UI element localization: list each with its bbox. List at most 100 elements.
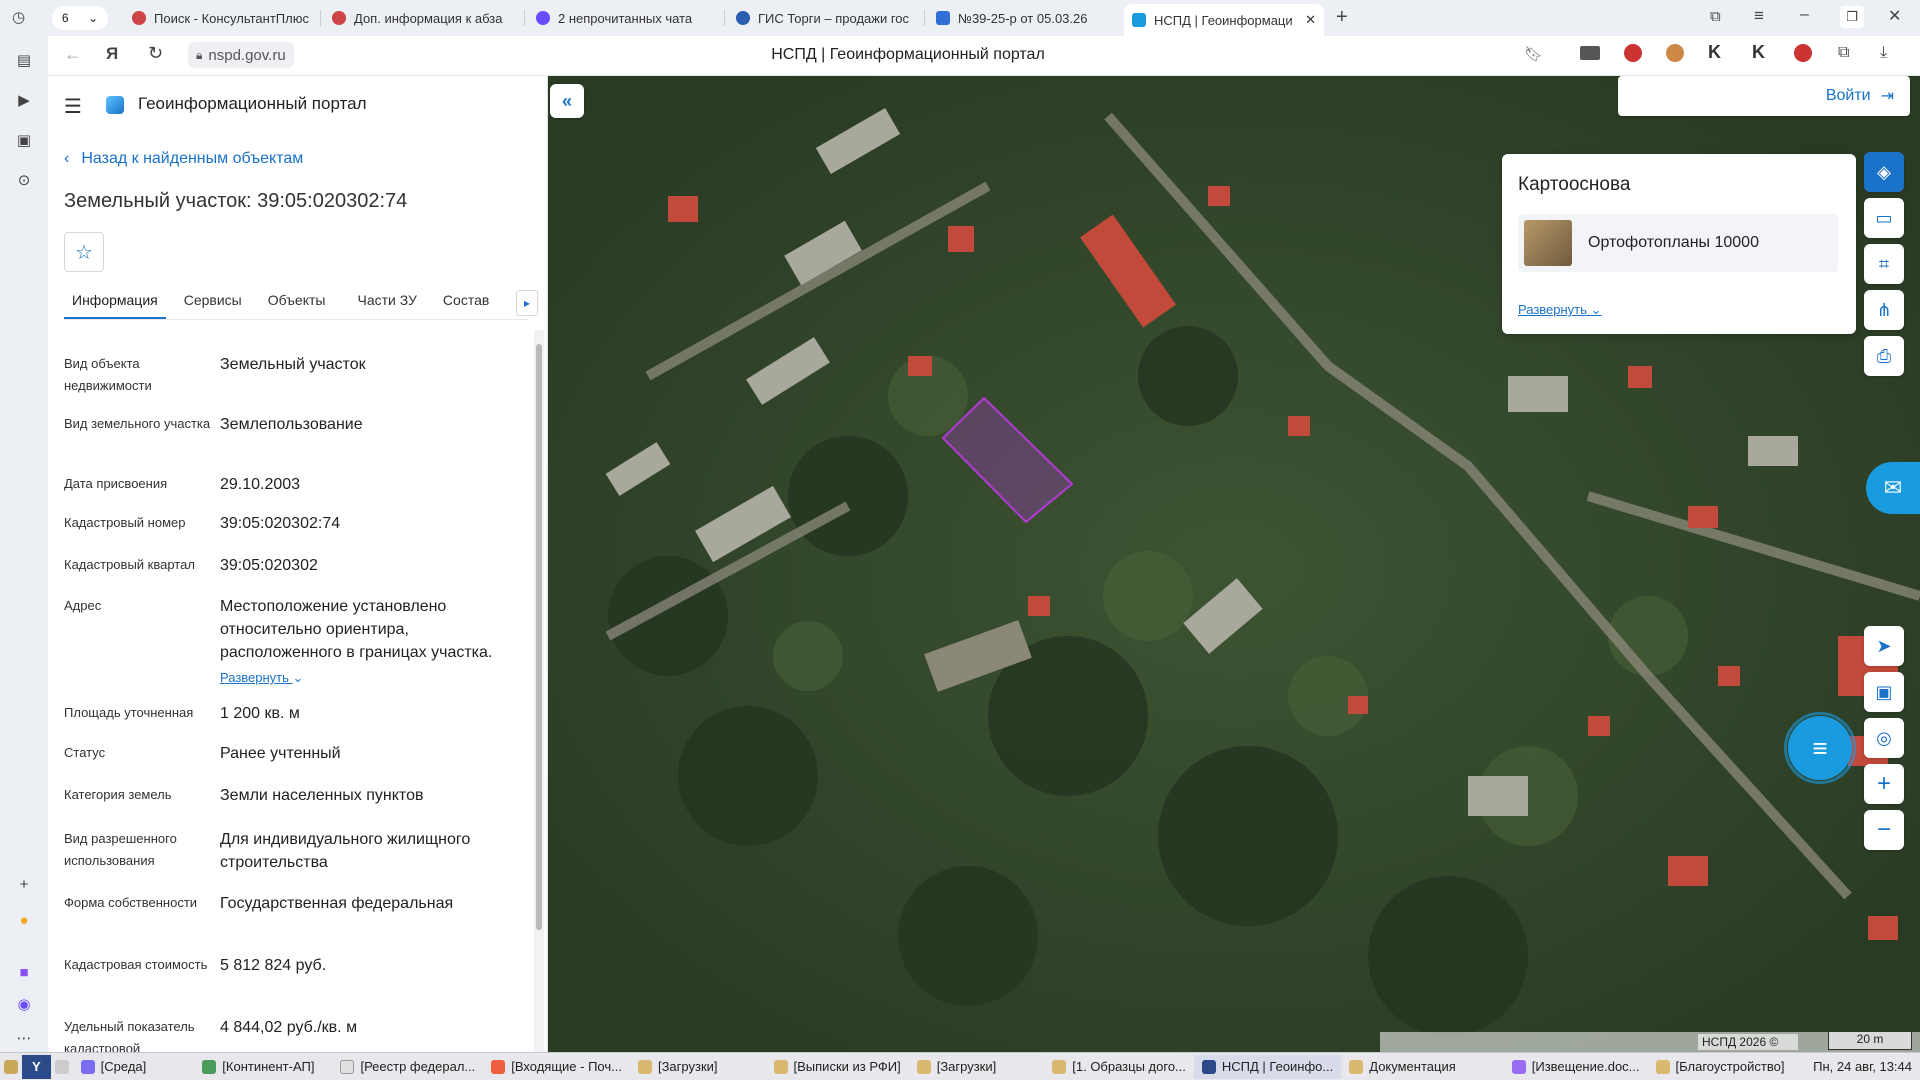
tab-chats[interactable]: 2 непрочитанных чата: [528, 4, 720, 32]
start-button[interactable]: Y: [22, 1054, 51, 1079]
basemap-layer-item[interactable]: Ортофотопланы 10000: [1518, 214, 1838, 272]
tab-objects[interactable]: Объекты: [260, 284, 334, 319]
taskbar-clock[interactable]: Пн, 24 авг, 13:44: [1805, 1055, 1920, 1079]
minimize-icon[interactable]: –: [1800, 6, 1809, 24]
zoom-out-button[interactable]: −: [1864, 810, 1904, 850]
taskbar-item[interactable]: [1. Образцы дого...: [1044, 1055, 1194, 1079]
download-icon[interactable]: ⤓: [1880, 44, 1887, 62]
support-chat-tab[interactable]: ✉: [1866, 462, 1920, 514]
extension-icon[interactable]: [1624, 44, 1642, 62]
print-icon: ⎙: [1876, 345, 1892, 366]
extension-icon[interactable]: [1666, 44, 1684, 62]
field-row: Кадастровый квартал 39:05:020302: [64, 554, 524, 577]
minimap-button[interactable]: ▣: [1864, 672, 1904, 712]
show-desktop-icon[interactable]: [0, 1055, 22, 1079]
taskbar-item[interactable]: Документация: [1341, 1055, 1464, 1079]
add-panel-icon[interactable]: +: [12, 872, 36, 896]
bookmarks-bar-icon[interactable]: ⧉: [1710, 8, 1721, 25]
favorite-star-button[interactable]: ☆: [64, 232, 104, 272]
restore-icon[interactable]: ❐: [1840, 6, 1864, 28]
zoom-in-button[interactable]: +: [1864, 764, 1904, 804]
geolocation-button[interactable]: ➤: [1864, 626, 1904, 666]
tab-count-icon[interactable]: ▣: [12, 128, 36, 152]
login-button[interactable]: Войти ⇥: [1618, 76, 1910, 116]
select-area-button[interactable]: ⌗: [1864, 244, 1904, 284]
extension-icon[interactable]: [1794, 44, 1812, 62]
measure-button[interactable]: ▭: [1864, 198, 1904, 238]
tab-services[interactable]: Сервисы: [176, 284, 250, 319]
extensions-icon[interactable]: ⧉: [1838, 44, 1849, 62]
taskbar-item[interactable]: [Среда]: [73, 1055, 155, 1079]
print-button[interactable]: ⎙: [1864, 336, 1904, 376]
share-button[interactable]: ⋔: [1864, 290, 1904, 330]
star-icon: ☆: [75, 241, 93, 264]
close-window-icon[interactable]: ✕: [1888, 6, 1901, 26]
taskbar-item[interactable]: [Благоустройство]: [1648, 1055, 1793, 1079]
basemap-expand-link[interactable]: Развернуть ⌄: [1518, 302, 1601, 318]
map-canvas[interactable]: « Войти ⇥ Картооснова Ортофотопланы 1000…: [548, 76, 1920, 1060]
taskbar-quicklaunch[interactable]: [51, 1055, 73, 1079]
scrollbar[interactable]: [534, 330, 544, 1052]
messenger-icon[interactable]: ■: [12, 960, 36, 984]
url-field[interactable]: 🔒︎ nspd.gov.ru: [188, 42, 294, 68]
screenshot-icon[interactable]: ⊙: [12, 168, 36, 192]
play-icon[interactable]: ▶: [12, 88, 36, 112]
search-location-button[interactable]: ◎: [1864, 718, 1904, 758]
field-row: Площадь уточненная 1 200 кв. м: [64, 702, 524, 725]
tab-consultant[interactable]: Поиск - КонсультантПлюс: [124, 4, 316, 32]
portal-logo-icon: [106, 96, 124, 114]
alice-icon[interactable]: ◉: [12, 992, 36, 1016]
taskbar-item[interactable]: [Входящие - Поч...: [483, 1055, 630, 1079]
url-text: nspd.gov.ru: [208, 46, 286, 64]
taskbar-item[interactable]: [Континент-АП]: [194, 1055, 322, 1079]
field-key: Кадастровый квартал: [64, 557, 195, 572]
scrollbar-thumb[interactable]: [536, 344, 542, 930]
new-tab-icon[interactable]: +: [1336, 6, 1348, 29]
object-title: Земельный участок: 39:05:020302:74: [64, 190, 408, 212]
extension-k-icon[interactable]: K: [1708, 42, 1721, 63]
taskbar-item-active[interactable]: НСПД | Геоинфо...: [1193, 1054, 1342, 1079]
tab-composition[interactable]: Состав: [435, 284, 497, 319]
tab-document[interactable]: №39-25-р от 05.03.26: [928, 4, 1116, 32]
chat-button[interactable]: ≡: [1788, 716, 1852, 780]
tab-gis-torgi[interactable]: ГИС Торги – продажи гос: [728, 4, 920, 32]
tab-group-counter[interactable]: 6 ⌄: [52, 6, 108, 30]
back-icon[interactable]: ←: [64, 44, 82, 65]
taskbar-item[interactable]: [Извещение.doc...: [1504, 1055, 1648, 1079]
collections-icon[interactable]: ▤: [12, 48, 36, 72]
yandex-icon[interactable]: Я: [106, 44, 118, 64]
tab-label: НСПД | Геоинформаци: [1154, 12, 1293, 28]
menu-icon[interactable]: ≡: [1754, 6, 1764, 26]
extension-k-icon[interactable]: K: [1752, 42, 1765, 63]
field-value: Государственная федеральная: [220, 895, 454, 912]
taskbar-item[interactable]: [Загрузки]: [909, 1055, 1005, 1079]
taskbar-item[interactable]: [Реестр федерал...: [332, 1055, 483, 1079]
hamburger-menu-icon[interactable]: ☰: [64, 94, 82, 119]
field-row: Вид земельного участка Землепользование: [64, 413, 524, 436]
layers-button[interactable]: ◈: [1864, 152, 1904, 192]
more-icon[interactable]: ⋯: [12, 1026, 36, 1050]
page-title: НСПД | Геоинформационный портал: [771, 46, 1045, 63]
field-row: Категория земель Земли населенных пункто…: [64, 784, 524, 807]
history-icon[interactable]: ◷: [12, 8, 34, 28]
address-expand-link[interactable]: Развернуть ⌄: [220, 666, 524, 689]
favicon: [536, 11, 550, 25]
tab-label: ГИС Торги – продажи гос: [758, 10, 910, 26]
tabs-scroll-right-button[interactable]: ▸: [516, 290, 538, 316]
taskbar-item[interactable]: [Загрузки]: [630, 1055, 726, 1079]
bookmark-icon[interactable]: 🔖︎: [1524, 45, 1543, 63]
reload-icon[interactable]: ↻: [148, 43, 163, 64]
tab-parts[interactable]: Части ЗУ: [349, 284, 424, 319]
close-tab-icon[interactable]: ✕: [1305, 12, 1316, 28]
copyright: НСПД 2026 ©: [1698, 1034, 1798, 1050]
tab-nspd[interactable]: НСПД | Геоинформаци ✕: [1124, 4, 1324, 36]
back-to-results-link[interactable]: ‹ Назад к найденным объектам: [64, 150, 303, 168]
double-chevron-left-icon: «: [561, 90, 572, 111]
collapse-panel-button[interactable]: «: [550, 84, 584, 118]
tab-information[interactable]: Информация: [64, 284, 166, 319]
mail-icon[interactable]: ●: [12, 908, 36, 932]
extension-icon[interactable]: [1580, 46, 1600, 60]
tab-dop-info[interactable]: Доп. информация к абза: [324, 4, 520, 32]
taskbar-item[interactable]: [Выписки из РФИ]: [766, 1055, 909, 1079]
tab-label: №39-25-р от 05.03.26: [958, 10, 1088, 26]
